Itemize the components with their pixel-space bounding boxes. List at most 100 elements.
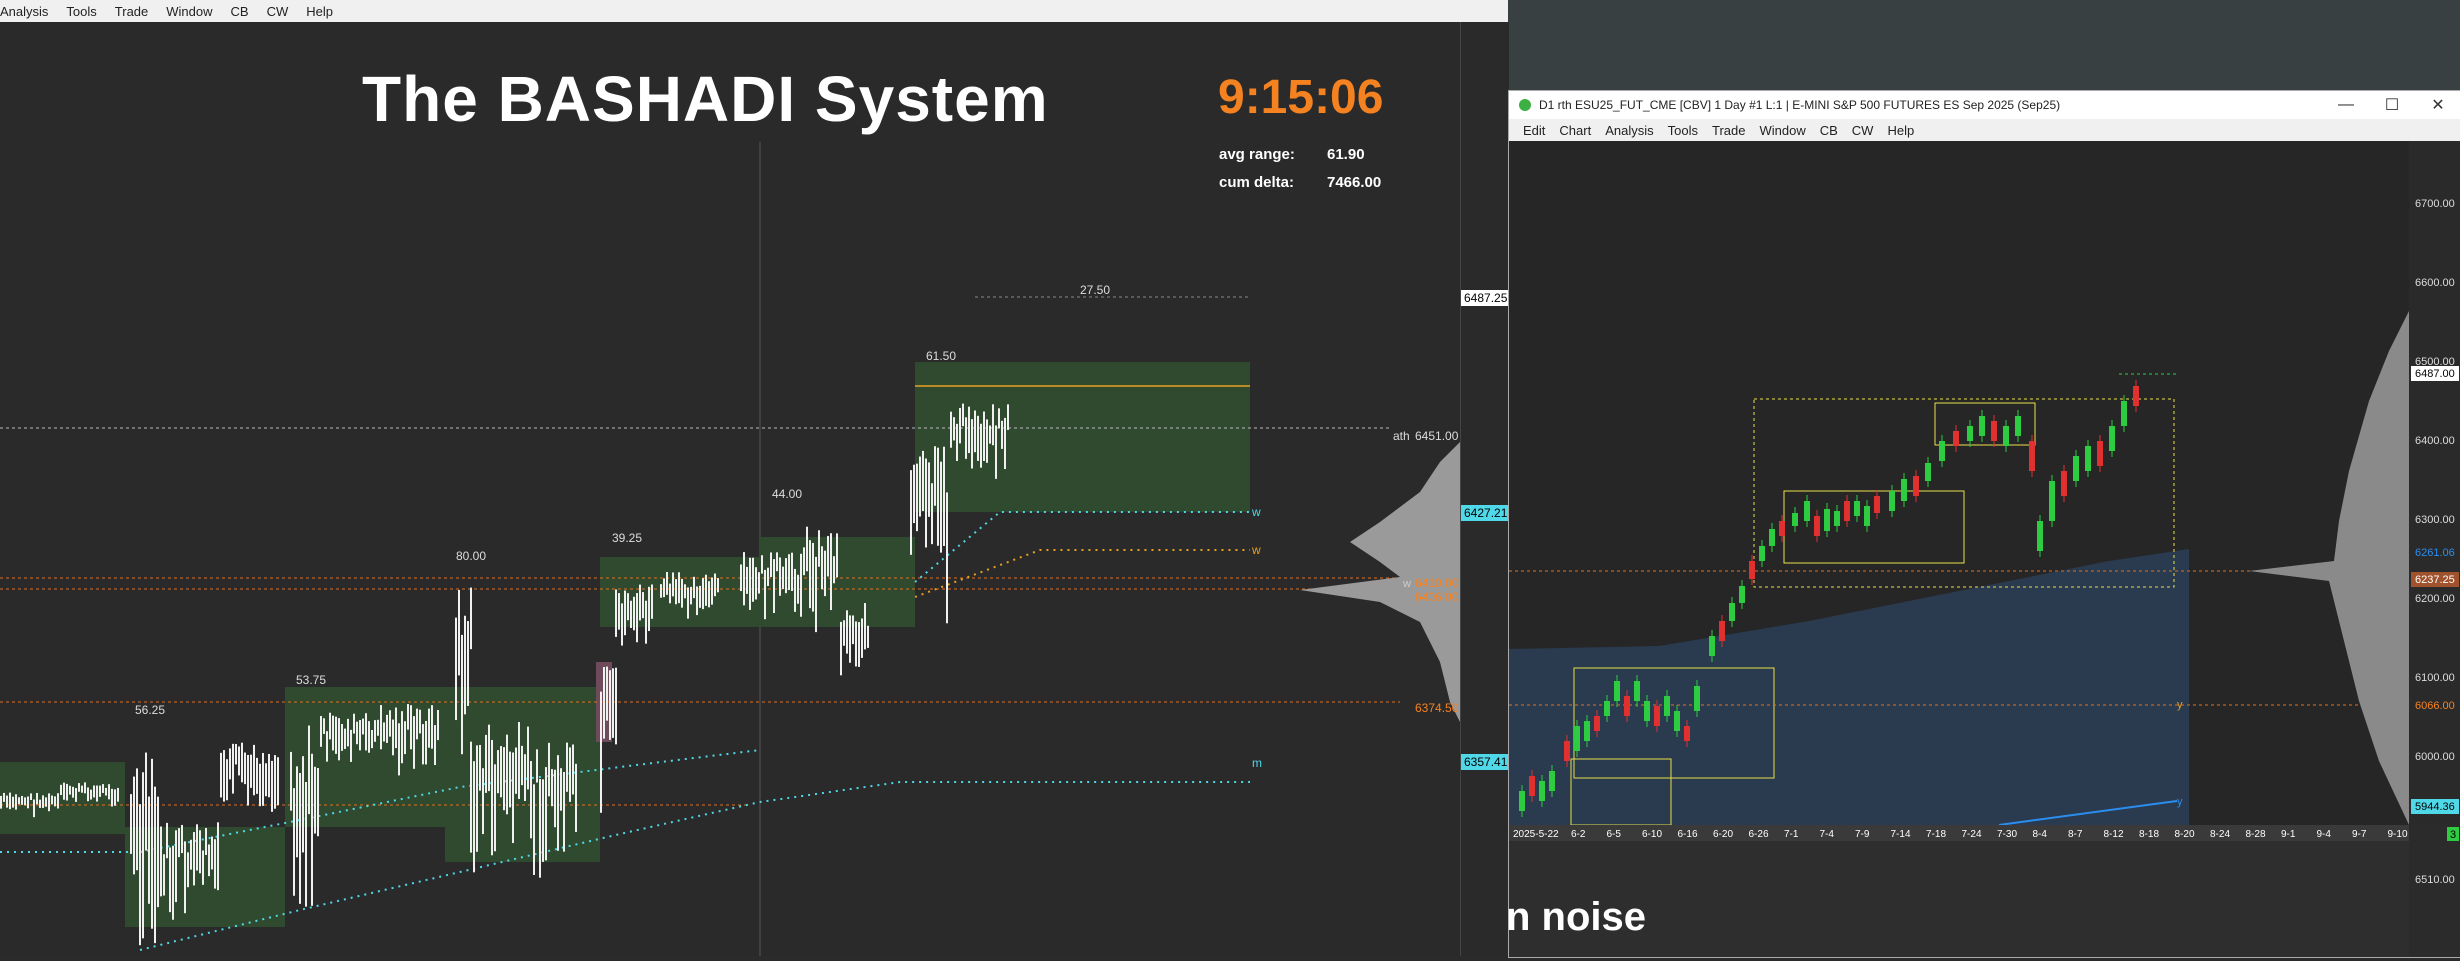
price-tick-bar (329, 712, 331, 740)
menu-cb[interactable]: CB (231, 4, 249, 19)
date-tick: 7-18 (1926, 829, 1946, 840)
date-tick: 6-20 (1713, 829, 1733, 840)
price-tick-bar (63, 782, 65, 800)
price-tick-bar (983, 411, 985, 461)
price-tick-bar (9, 792, 11, 810)
daily-candle (1901, 479, 1907, 501)
price-box-label: 6237.25 (2415, 574, 2455, 586)
range-label: 39.25 (612, 531, 642, 545)
price-tick-bar (470, 741, 472, 853)
price-tick-bar (515, 747, 517, 794)
menu-cb[interactable]: CB (1820, 123, 1838, 138)
daily-candle (1574, 726, 1580, 751)
price-tick-bar (350, 729, 352, 762)
price-tick-bar (711, 577, 713, 605)
daily-candle (2015, 416, 2021, 436)
price-tick-bar (223, 750, 225, 802)
price-tick-bar (136, 768, 138, 871)
price-tick-bar (940, 461, 942, 553)
menu-tools[interactable]: Tools (66, 4, 96, 19)
daily-candle (2097, 441, 2103, 466)
price-tick-bar (527, 726, 529, 790)
price-tick-bar (779, 557, 781, 596)
daily-candle (1729, 603, 1735, 621)
maximize-button[interactable]: ☐ (2369, 95, 2415, 115)
price-tick-bar (836, 533, 838, 578)
menu-trade[interactable]: Trade (1712, 123, 1745, 138)
menu-analysis[interactable]: Analysis (0, 4, 48, 19)
menu-chart[interactable]: Chart (1559, 123, 1591, 138)
price-tick-bar (299, 773, 301, 904)
price-tick-bar (615, 589, 617, 637)
menu-help[interactable]: Help (306, 4, 333, 19)
menu-cw[interactable]: CW (1852, 123, 1874, 138)
price-tick-bar (377, 719, 379, 736)
price-tick-bar (509, 751, 511, 808)
daily-candle (1991, 421, 1997, 441)
price-tick-bar (57, 793, 59, 809)
daily-candle (2109, 426, 2115, 451)
price-tick-bar (806, 526, 808, 572)
window-title: D1 rth ESU25_FUT_CME [CBV] 1 Day #1 L:1 … (1539, 98, 2061, 112)
price-tick-bar (187, 852, 189, 888)
price-tick-bar (974, 410, 976, 453)
menu-cw[interactable]: CW (267, 4, 289, 19)
menu-window[interactable]: Window (1759, 123, 1805, 138)
price-tick-bar (238, 746, 240, 776)
daily-candle (1953, 431, 1959, 446)
price-tick-bar (669, 583, 671, 604)
window-titlebar[interactable]: D1 rth ESU25_FUT_CME [CBV] 1 Day #1 L:1 … (1509, 91, 2460, 119)
price-tick-bar (986, 419, 988, 463)
price-tick-bar (773, 559, 775, 614)
daily-candle (1844, 501, 1850, 521)
close-button[interactable]: ✕ (2415, 95, 2460, 115)
price-tick-bar (518, 722, 520, 800)
minimize-button[interactable]: — (2323, 96, 2369, 114)
price-tick-bar (812, 542, 814, 612)
price-tick-bar (27, 796, 29, 809)
daily-candle (2121, 401, 2127, 426)
price-tick-bar (232, 743, 234, 794)
daily-chart-window[interactable]: D1 rth ESU25_FUT_CME [CBV] 1 Day #1 L:1 … (1508, 90, 2460, 958)
price-tick: 6600.00 (2415, 277, 2455, 289)
daily-candle (1925, 463, 1931, 481)
price-tick-bar (965, 417, 967, 459)
price-tick-bar (818, 530, 820, 567)
price-tick-bar (968, 406, 970, 454)
price-tick-bar (347, 718, 349, 747)
price-tick-bar (557, 755, 559, 851)
price-tick-bar (368, 721, 370, 753)
menu-tools[interactable]: Tools (1668, 123, 1698, 138)
price-tick-bar (48, 793, 50, 812)
price-tick-bar (293, 788, 295, 896)
menu-help[interactable]: Help (1887, 123, 1914, 138)
price-tick-bar (338, 718, 340, 761)
price-tick-bar (148, 796, 150, 904)
price-tick-bar (797, 574, 799, 604)
price-tick-bar (130, 794, 132, 854)
daily-candle (1719, 621, 1725, 641)
date-tick: 7-1 (1784, 829, 1799, 840)
price-tick-bar (105, 787, 107, 796)
price-tick-bar (479, 744, 481, 791)
menu-window[interactable]: Window (166, 4, 212, 19)
price-tick-bar (977, 415, 979, 461)
range-label: 80.00 (456, 549, 486, 563)
price-tick-bar (530, 761, 532, 839)
menu-analysis[interactable]: Analysis (1605, 123, 1653, 138)
price-tick-bar (311, 753, 313, 906)
daily-candle (1874, 496, 1880, 513)
price-tick-bar (569, 747, 571, 802)
price-tick-bar (262, 753, 264, 806)
price-tick-bar (353, 713, 355, 734)
price-tick-bar (172, 845, 174, 920)
daily-candle (1864, 506, 1870, 526)
price-tick-bar (815, 556, 817, 633)
daily-chart-svg: y y 6700.00 6600.00 6500.00 6400.00 6300… (1509, 141, 2460, 957)
price-tick-bar (621, 603, 623, 646)
price-tick-bar (163, 854, 165, 896)
menu-trade[interactable]: Trade (115, 4, 148, 19)
menu-edit[interactable]: Edit (1523, 123, 1545, 138)
price-tick-bar (497, 750, 499, 794)
price-tick-bar (761, 555, 763, 574)
